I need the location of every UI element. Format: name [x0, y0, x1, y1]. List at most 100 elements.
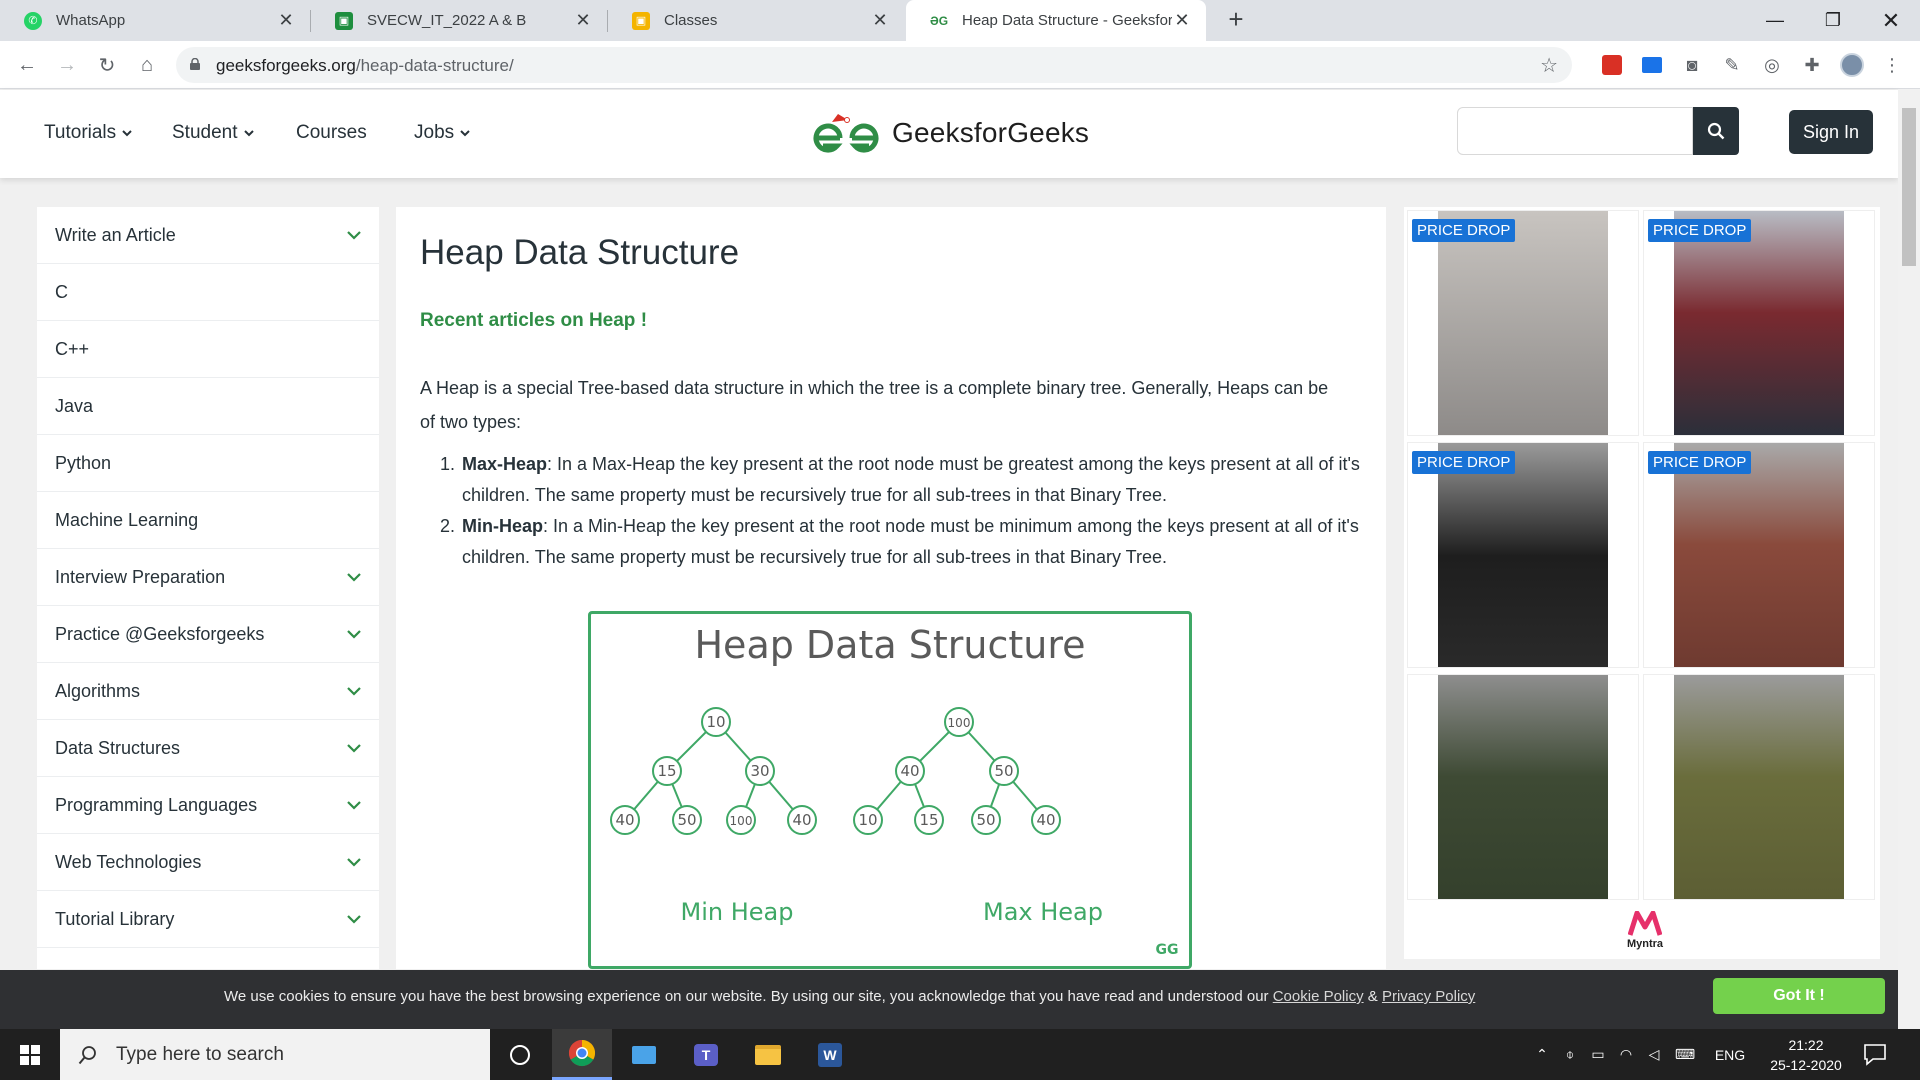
taskbar-search-input[interactable]: Type here to search — [60, 1029, 490, 1080]
reload-icon[interactable]: ↻ — [92, 50, 122, 80]
chevron-down-icon[interactable] — [347, 914, 361, 924]
sidebar: Write an Article C C++ Java Python Machine Le… — [37, 207, 379, 969]
list-term: Max-Heap — [462, 454, 548, 474]
ad-product-tile[interactable]: PRICE DROP — [1407, 442, 1639, 668]
camera-icon[interactable]: ◙ — [1680, 53, 1704, 77]
privacy-policy-link[interactable]: Privacy Policy — [1382, 988, 1475, 1005]
chevron-down-icon[interactable] — [347, 857, 361, 867]
restore-icon[interactable]: ❐ — [1804, 0, 1862, 41]
ad-product-tile[interactable]: PRICE DROP — [1643, 442, 1875, 668]
forward-icon[interactable]: → — [52, 50, 82, 80]
cookie-banner: We use cookies to ensure you have the be… — [0, 970, 1898, 1029]
notification-center-icon[interactable] — [1862, 1041, 1888, 1067]
sidebar-item[interactable]: Machine Learning — [37, 492, 379, 549]
windows-start-icon[interactable] — [0, 1029, 60, 1080]
battery-icon[interactable]: ▭ — [1584, 1046, 1612, 1063]
price-drop-badge: PRICE DROP — [1648, 451, 1752, 474]
list-description: : In a Max-Heap the key present at the r… — [462, 454, 1360, 505]
chevron-up-icon[interactable]: ⌃ — [1528, 1046, 1556, 1063]
close-icon[interactable]: ✕ — [573, 10, 593, 31]
chevron-down-icon[interactable] — [347, 800, 361, 810]
sidebar-item-label: Programming Languages — [55, 794, 258, 815]
tab-classroom[interactable]: ▣ SVECW_IT_2022 A & B ✕ — [311, 0, 607, 41]
sidebar-item[interactable]: C++ — [37, 321, 379, 378]
wifi-icon[interactable]: ◠ — [1612, 1046, 1640, 1063]
nav-student[interactable]: Student — [172, 122, 254, 144]
keyboard-icon[interactable]: ⌨ — [1668, 1046, 1702, 1063]
tab-classes[interactable]: ▣ Classes ✕ — [608, 0, 904, 41]
chevron-down-icon[interactable] — [347, 572, 361, 582]
sidebar-item-label: C++ — [55, 338, 90, 359]
site-logo[interactable]: GeeksforGeeks — [810, 108, 1089, 158]
nav-label: Tutorials — [44, 122, 117, 143]
search-input[interactable] — [1457, 107, 1693, 155]
figure-title: Heap Data Structure — [694, 623, 1085, 667]
tab-heap-data-structure[interactable]: ƏG Heap Data Structure - GeeksforG ✕ — [906, 0, 1206, 41]
ad-product-tile[interactable]: PRICE DROP — [1407, 210, 1639, 436]
close-icon[interactable]: ✕ — [1172, 10, 1192, 31]
sidebar-item[interactable]: C — [37, 264, 379, 321]
new-tab-button[interactable]: + — [1222, 6, 1250, 34]
address-bar[interactable]: geeksforgeeks.org/heap-data-structure/ ☆ — [176, 47, 1572, 83]
minimize-icon[interactable]: — — [1746, 0, 1804, 41]
sidebar-item[interactable]: Tutorial Library — [37, 891, 379, 948]
sidebar-item[interactable]: Practice @Geeksforgeeks — [37, 606, 379, 663]
sidebar-item[interactable]: Algorithms — [37, 663, 379, 720]
nav-jobs[interactable]: Jobs — [414, 122, 470, 144]
pdf-extension-icon[interactable] — [1600, 53, 1624, 77]
word-icon[interactable]: W — [800, 1029, 860, 1080]
nav-courses[interactable]: Courses — [296, 122, 367, 144]
avatar[interactable] — [1840, 53, 1864, 77]
sidebar-item[interactable] — [37, 948, 379, 969]
close-icon[interactable]: ✕ — [276, 10, 296, 31]
sidebar-item[interactable]: Write an Article — [37, 207, 379, 264]
file-explorer-icon[interactable] — [738, 1029, 798, 1080]
tab-label: SVECW_IT_2022 A & B — [367, 12, 527, 29]
tab-whatsapp[interactable]: ✆ WhatsApp ✕ — [0, 0, 310, 41]
ad-product-tile[interactable] — [1407, 674, 1639, 900]
eyedropper-icon[interactable]: ✎ — [1720, 53, 1744, 77]
chevron-down-icon[interactable] — [347, 686, 361, 696]
lock-icon — [190, 58, 200, 70]
sign-in-button[interactable]: Sign In — [1789, 110, 1873, 154]
sidebar-item[interactable]: Interview Preparation — [37, 549, 379, 606]
puzzle-icon[interactable]: ✚ — [1800, 53, 1824, 77]
chevron-down-icon[interactable] — [347, 743, 361, 753]
remote-desktop-icon[interactable] — [614, 1029, 674, 1080]
window-close-icon[interactable]: ✕ — [1862, 0, 1920, 41]
teams-icon[interactable]: T — [676, 1029, 736, 1080]
sidebar-item[interactable]: Python — [37, 435, 379, 492]
clock[interactable]: 21:22 25-12-2020 — [1758, 1035, 1854, 1075]
screen-extension-icon[interactable] — [1640, 53, 1664, 77]
sidebar-item[interactable]: Java — [37, 378, 379, 435]
chrome-icon[interactable] — [552, 1029, 612, 1080]
ad-product-tile[interactable] — [1643, 674, 1875, 900]
sidebar-item[interactable]: Data Structures — [37, 720, 379, 777]
recent-articles-link[interactable]: Recent articles on Heap ! — [420, 310, 647, 332]
usb-icon[interactable]: ⌽ — [1556, 1046, 1584, 1063]
accept-cookies-button[interactable]: Got It ! — [1713, 978, 1885, 1014]
list-number: 1. — [440, 454, 456, 474]
tree-node-value: 15 — [657, 762, 676, 780]
language-indicator[interactable]: ENG — [1708, 1047, 1752, 1063]
more-menu-icon[interactable]: ⋮ — [1880, 53, 1904, 77]
search-button[interactable] — [1693, 107, 1739, 155]
advertisement[interactable]: ⓘ ✕ PRICE DROP PRICE DROP PRICE DROP PRI… — [1404, 207, 1880, 959]
chevron-down-icon[interactable] — [347, 230, 361, 240]
chevron-down-icon[interactable] — [347, 629, 361, 639]
extension-circle-icon[interactable]: ◎ — [1760, 53, 1784, 77]
home-icon[interactable]: ⌂ — [132, 50, 162, 80]
ad-product-tile[interactable]: PRICE DROP — [1643, 210, 1875, 436]
cortana-icon[interactable] — [490, 1029, 550, 1080]
bookmark-star-icon[interactable]: ☆ — [1540, 53, 1558, 78]
sidebar-item[interactable]: Web Technologies — [37, 834, 379, 891]
close-icon[interactable]: ✕ — [870, 10, 890, 31]
back-icon[interactable]: ← — [12, 50, 42, 80]
volume-icon[interactable]: ◁ — [1640, 1046, 1668, 1063]
cookie-policy-link[interactable]: Cookie Policy — [1273, 988, 1364, 1005]
scrollbar-thumb[interactable] — [1902, 108, 1916, 266]
sidebar-item[interactable]: Programming Languages — [37, 777, 379, 834]
list-description: : In a Min-Heap the key present at the r… — [462, 516, 1359, 567]
nav-tutorials[interactable]: Tutorials — [44, 122, 132, 144]
cookie-separator: & — [1363, 988, 1382, 1005]
